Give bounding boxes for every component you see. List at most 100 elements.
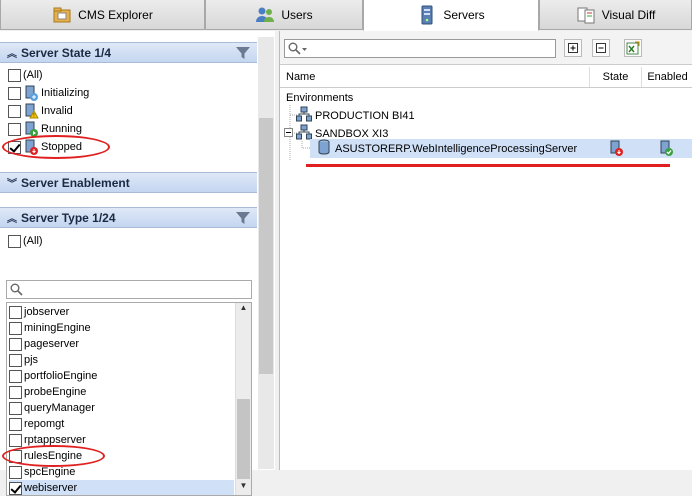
- checkbox[interactable]: [9, 385, 22, 399]
- export-excel-button[interactable]: [624, 39, 642, 57]
- checkbox[interactable]: [9, 321, 22, 335]
- checkbox[interactable]: [8, 86, 21, 100]
- list-item[interactable]: miningEngine: [9, 320, 234, 336]
- server-initializing-icon: [23, 85, 39, 101]
- collapse-all-button[interactable]: [592, 39, 610, 57]
- type-item-all[interactable]: (All): [8, 232, 43, 250]
- checkbox[interactable]: [9, 353, 22, 367]
- column-header-name[interactable]: Name: [280, 67, 590, 87]
- server-enablement-header[interactable]: ︾ Server Enablement: [0, 172, 257, 193]
- state-label: (All): [23, 69, 43, 81]
- tab-label: Visual Diff: [601, 7, 656, 22]
- list-item[interactable]: probeEngine: [9, 384, 234, 400]
- visual-diff-icon: [576, 5, 596, 25]
- list-item-label: portfolioEngine: [24, 370, 98, 382]
- tab-label: Servers: [443, 8, 485, 22]
- list-item-label: spcEngine: [24, 466, 76, 478]
- tab-cms-explorer[interactable]: CMS Explorer: [0, 0, 205, 30]
- list-item-label: jobserver: [24, 306, 70, 318]
- checkbox[interactable]: [8, 234, 21, 248]
- tab-users[interactable]: Users: [205, 0, 363, 30]
- server-type-list[interactable]: jobserver miningEngine pageserver pjs po…: [6, 302, 252, 496]
- checkbox[interactable]: [9, 465, 22, 479]
- server-type-header[interactable]: ︽ Server Type 1/24: [0, 207, 257, 228]
- list-item[interactable]: jobserver: [9, 304, 234, 320]
- environment-icon: [296, 106, 312, 125]
- scroll-thumb[interactable]: [259, 118, 273, 374]
- search-icon: [10, 283, 23, 299]
- list-item[interactable]: portfolioEngine: [9, 368, 234, 384]
- tab-label: CMS Explorer: [78, 7, 153, 22]
- server-enablement-title: Server Enablement: [21, 175, 130, 190]
- servers-panel: Name State Enabled Environments PRODUCTI…: [279, 31, 692, 470]
- tree-node-label: PRODUCTION BI41: [315, 109, 415, 122]
- type-label: (All): [23, 235, 43, 247]
- checkbox[interactable]: [8, 104, 21, 118]
- state-item-all[interactable]: (All): [8, 66, 43, 84]
- servers-icon: [417, 5, 437, 25]
- state-label: Running: [41, 123, 82, 135]
- chevron-down-icon[interactable]: ︾: [3, 175, 21, 190]
- list-item[interactable]: queryManager: [9, 400, 234, 416]
- svg-text:!: !: [33, 113, 34, 119]
- column-header-enabled[interactable]: Enabled: [642, 67, 692, 87]
- server-running-icon: [23, 121, 39, 137]
- collapse-toggle-icon[interactable]: [284, 127, 293, 140]
- expand-all-button[interactable]: [564, 39, 582, 57]
- server-icon: [316, 139, 332, 158]
- column-label: Name: [286, 71, 316, 83]
- checkbox[interactable]: [9, 369, 22, 383]
- chevron-up-icon[interactable]: ︽: [3, 45, 21, 60]
- type-search-input[interactable]: [6, 280, 252, 299]
- left-panel-scrollbar[interactable]: [258, 37, 274, 469]
- toolbar: [280, 31, 692, 65]
- tab-servers[interactable]: Servers: [363, 0, 539, 31]
- checkbox[interactable]: [9, 337, 22, 351]
- filter-funnel-icon[interactable]: [236, 211, 250, 225]
- enabled-check-icon: [658, 140, 674, 156]
- state-item-invalid[interactable]: ! Invalid: [8, 102, 73, 120]
- header-divider: [280, 87, 692, 88]
- highlight-circle: [2, 135, 110, 159]
- tree-node-label: SANDBOX XI3: [315, 127, 389, 140]
- list-item-label: repomgt: [24, 418, 65, 430]
- server-state-title: Server State 1/4: [21, 45, 112, 60]
- list-item-label: miningEngine: [24, 322, 91, 334]
- tree-node-production[interactable]: PRODUCTION BI41: [296, 106, 415, 125]
- filter-funnel-icon[interactable]: [236, 46, 250, 60]
- minus-icon: [596, 43, 606, 53]
- server-row[interactable]: ASUSTORERP.WebIntelligenceProcessingServ…: [316, 139, 586, 158]
- scroll-down-icon[interactable]: ▼: [236, 481, 251, 495]
- state-item-initializing[interactable]: Initializing: [8, 84, 89, 102]
- server-search-input[interactable]: [284, 39, 556, 58]
- scroll-up-icon[interactable]: ▲: [236, 303, 251, 317]
- cms-explorer-icon: [52, 5, 72, 25]
- list-item-label: queryManager: [24, 402, 95, 414]
- checkbox[interactable]: [8, 68, 21, 82]
- checkbox[interactable]: [9, 433, 22, 447]
- checkbox[interactable]: [8, 122, 21, 136]
- checkbox[interactable]: [9, 481, 22, 495]
- list-scrollbar[interactable]: ▲ ▼: [235, 303, 251, 495]
- list-item[interactable]: repomgt: [9, 416, 234, 432]
- list-item-label: pjs: [24, 354, 39, 366]
- column-label: State: [602, 71, 629, 83]
- column-header-state[interactable]: State: [590, 67, 642, 87]
- server-state-header[interactable]: ︽ Server State 1/4: [0, 42, 257, 63]
- excel-export-icon: [626, 41, 640, 55]
- tab-label: Users: [281, 7, 313, 22]
- scroll-thumb[interactable]: [237, 399, 250, 479]
- chevron-up-icon[interactable]: ︽: [3, 210, 21, 225]
- list-item[interactable]: pjs: [9, 352, 234, 368]
- main-tab-bar: CMS Explorer Users Servers Visual Diff: [0, 0, 692, 31]
- state-stopped-icon: [608, 140, 624, 156]
- server-name: ASUSTORERP.WebIntelligenceProcessingServ…: [335, 142, 578, 155]
- checkbox[interactable]: [9, 417, 22, 431]
- state-label: Invalid: [41, 105, 73, 117]
- checkbox[interactable]: [9, 305, 22, 319]
- filter-panel: ︽ Server State 1/4 (All) Initializing ! …: [0, 31, 275, 496]
- list-item[interactable]: webiserver: [9, 480, 234, 495]
- list-item[interactable]: pageserver: [9, 336, 234, 352]
- checkbox[interactable]: [9, 401, 22, 415]
- tab-visual-diff[interactable]: Visual Diff: [539, 0, 692, 30]
